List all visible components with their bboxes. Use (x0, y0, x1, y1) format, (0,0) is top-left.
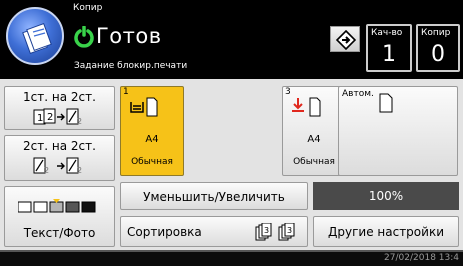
svg-text:1: 1 (37, 113, 43, 124)
status-bar: 27/02/2018 13:4 (0, 250, 463, 266)
tray-paper-type: Обычная (131, 157, 173, 167)
copies-value: 0 (431, 42, 445, 67)
bypass-tray-icon (292, 97, 321, 117)
duplex-2to2-label: 2ст. на 2ст. (23, 139, 96, 153)
duplex-1to2-button[interactable]: 1ст. на 2ст. 1 2 2 (4, 86, 115, 130)
reduce-enlarge-button[interactable]: Уменьшить/Увеличить (120, 182, 308, 210)
copier-app-icon (6, 7, 64, 65)
tray-number: 3 (285, 87, 291, 97)
svg-text:2: 2 (77, 166, 82, 175)
header: Копир Готов Задание блокир.печати Кач-во… (0, 0, 463, 79)
auto-paper-label: Автом. (342, 89, 374, 99)
original-type-button[interactable]: Текст/Фото (4, 186, 115, 247)
copies-counter: Копир 0 (416, 24, 460, 72)
paper-tray-3[interactable]: 3 A4 Обычная (282, 86, 346, 176)
main-panel: 1ст. на 2ст. 1 2 2 2ст. на 2ст. 2 2 Текс… (0, 79, 463, 250)
paper-tray-icon (130, 97, 158, 117)
copies-label: Копир (421, 28, 451, 38)
sort-icon: 3 3 (255, 223, 295, 241)
interrupt-icon (336, 30, 356, 50)
date-time: 27/02/2018 13:4 (384, 253, 459, 263)
status-subtext: Задание блокир.печати (74, 61, 188, 71)
paper-tray-1[interactable]: 1 A4 Обычная (120, 86, 184, 176)
tray-paper-type: Обычная (293, 157, 335, 167)
duplex-2to2-button[interactable]: 2ст. на 2ст. 2 2 (4, 135, 115, 181)
reduce-enlarge-label: Уменьшить/Увеличить (143, 190, 285, 204)
tray-paper-size: A4 (307, 134, 321, 145)
tray-paper-size: A4 (145, 134, 159, 145)
quantity-value: 1 (382, 42, 396, 67)
original-type-level-icon (18, 199, 96, 213)
original-type-label: Текст/Фото (23, 226, 96, 240)
svg-text:2: 2 (44, 166, 49, 175)
duplex-1to2-icon: 1 2 2 (33, 108, 82, 126)
duplex-2to2-icon: 2 2 (33, 157, 82, 175)
sort-button[interactable]: Сортировка 3 3 (120, 216, 308, 247)
status-bar-divider (0, 250, 463, 252)
power-status-icon (74, 25, 94, 52)
svg-text:3: 3 (264, 226, 269, 235)
other-settings-label: Другие настройки (328, 225, 444, 239)
paper-sheet-icon (379, 93, 393, 113)
sort-label: Сортировка (127, 225, 202, 239)
tray-number: 1 (123, 87, 129, 97)
quantity-label: Кач-во (371, 28, 403, 38)
auto-paper-select-button[interactable]: Автом. (338, 86, 458, 176)
app-title: Копир (73, 3, 103, 13)
interrupt-button[interactable] (330, 26, 360, 52)
svg-text:3: 3 (287, 226, 292, 235)
status-text: Готов (96, 24, 162, 48)
ratio-display: 100% (313, 182, 459, 210)
duplex-1to2-label: 1ст. на 2ст. (23, 90, 96, 104)
other-settings-button[interactable]: Другие настройки (313, 216, 459, 247)
quantity-counter: Кач-во 1 (366, 24, 412, 72)
svg-text:2: 2 (77, 117, 82, 126)
svg-text:2: 2 (47, 112, 53, 123)
